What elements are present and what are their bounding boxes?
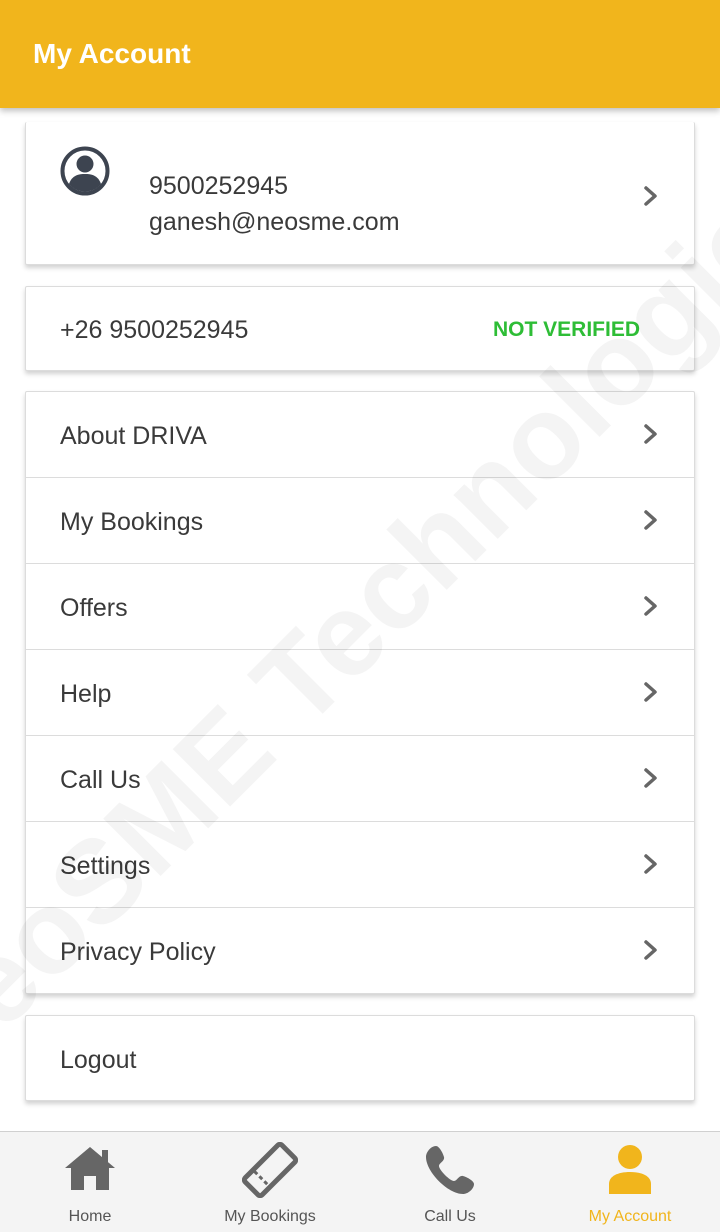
profile-card[interactable]: 9500252945 ganesh@neosme.com — [25, 122, 695, 265]
chevron-right-icon — [644, 768, 657, 788]
chevron-right-icon — [644, 186, 657, 206]
menu-item-settings[interactable]: Settings — [26, 822, 694, 908]
nav-home[interactable]: Home — [0, 1132, 180, 1232]
home-icon — [65, 1147, 115, 1190]
chevron-right-icon — [644, 854, 657, 874]
menu-item-label: Help — [60, 680, 112, 708]
menu-item-label: Settings — [60, 852, 151, 880]
logout-label: Logout — [60, 1046, 137, 1074]
nav-call-us[interactable]: Call Us — [360, 1132, 540, 1232]
menu-item-help[interactable]: Help — [26, 650, 694, 736]
menu-item-label: About DRIVA — [60, 422, 207, 450]
ticket-icon — [242, 1142, 298, 1198]
chevron-right-icon — [644, 424, 657, 444]
logout-button[interactable]: Logout — [25, 1015, 695, 1101]
chevron-right-icon — [644, 596, 657, 616]
bottom-navigation: Home My Bookings Call Us My Account — [0, 1131, 720, 1232]
nav-label: My Bookings — [224, 1208, 316, 1225]
menu-item-label: Privacy Policy — [60, 938, 216, 966]
account-circle-icon — [60, 146, 110, 196]
phone-number: +26 9500252945 — [60, 316, 249, 344]
menu-item-label: My Bookings — [60, 508, 204, 536]
nav-label: My Account — [588, 1208, 672, 1225]
verification-status[interactable]: NOT VERIFIED — [493, 318, 640, 342]
menu-item-offers[interactable]: Offers — [26, 564, 694, 650]
phone-icon — [426, 1146, 474, 1194]
nav-label: Call Us — [424, 1208, 476, 1225]
menu-item-my-bookings[interactable]: My Bookings — [26, 478, 694, 564]
chevron-right-icon — [644, 682, 657, 702]
nav-my-bookings[interactable]: My Bookings — [180, 1132, 360, 1232]
chevron-right-icon — [644, 940, 657, 960]
chevron-right-icon — [644, 510, 657, 530]
account-menu: About DRIVA My Bookings Offers Help Call… — [25, 391, 695, 994]
menu-item-call-us[interactable]: Call Us — [26, 736, 694, 822]
profile-phone: 9500252945 — [149, 172, 289, 200]
menu-item-about-driva[interactable]: About DRIVA — [26, 392, 694, 478]
page-title: My Account — [33, 38, 191, 69]
menu-item-label: Offers — [60, 594, 128, 622]
app-bar: My Account — [0, 0, 720, 108]
menu-item-label: Call Us — [60, 766, 141, 794]
nav-label: Home — [68, 1208, 112, 1225]
menu-item-privacy-policy[interactable]: Privacy Policy — [26, 908, 694, 994]
user-icon — [609, 1145, 651, 1194]
nav-my-account[interactable]: My Account — [540, 1132, 720, 1232]
phone-verification-card[interactable]: +26 9500252945 NOT VERIFIED — [25, 286, 695, 371]
profile-email: ganesh@neosme.com — [149, 208, 400, 236]
